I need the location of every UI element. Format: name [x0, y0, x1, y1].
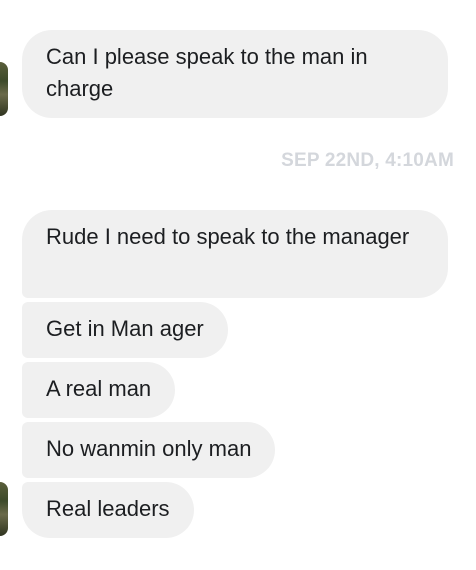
message-bubble[interactable]: Get in Man ager — [22, 302, 228, 358]
timestamp-divider: SEP 22ND, 4:10AM — [281, 150, 454, 171]
message-text: Rude I need to speak to the manager — [46, 224, 410, 249]
message-text: Can I please speak to the man in charge — [46, 44, 368, 101]
sender-avatar[interactable] — [0, 482, 8, 536]
message-text: Real leaders — [46, 496, 170, 521]
sender-avatar[interactable] — [0, 62, 8, 116]
message-bubble[interactable]: Can I please speak to the man in charge — [22, 30, 448, 118]
message-bubble[interactable]: Real leaders — [22, 482, 194, 538]
message-bubble[interactable]: A real man — [22, 362, 176, 418]
message-text: A real man — [46, 376, 152, 401]
message-text: No wanmin only man — [46, 436, 252, 461]
message-text: Get in Man ager — [46, 316, 204, 341]
chat-thread: Can I please speak to the man in charge … — [0, 0, 476, 570]
message-bubble[interactable]: No wanmin only man — [22, 422, 276, 478]
message-bubble[interactable]: Rude I need to speak to the manager — [22, 210, 448, 298]
